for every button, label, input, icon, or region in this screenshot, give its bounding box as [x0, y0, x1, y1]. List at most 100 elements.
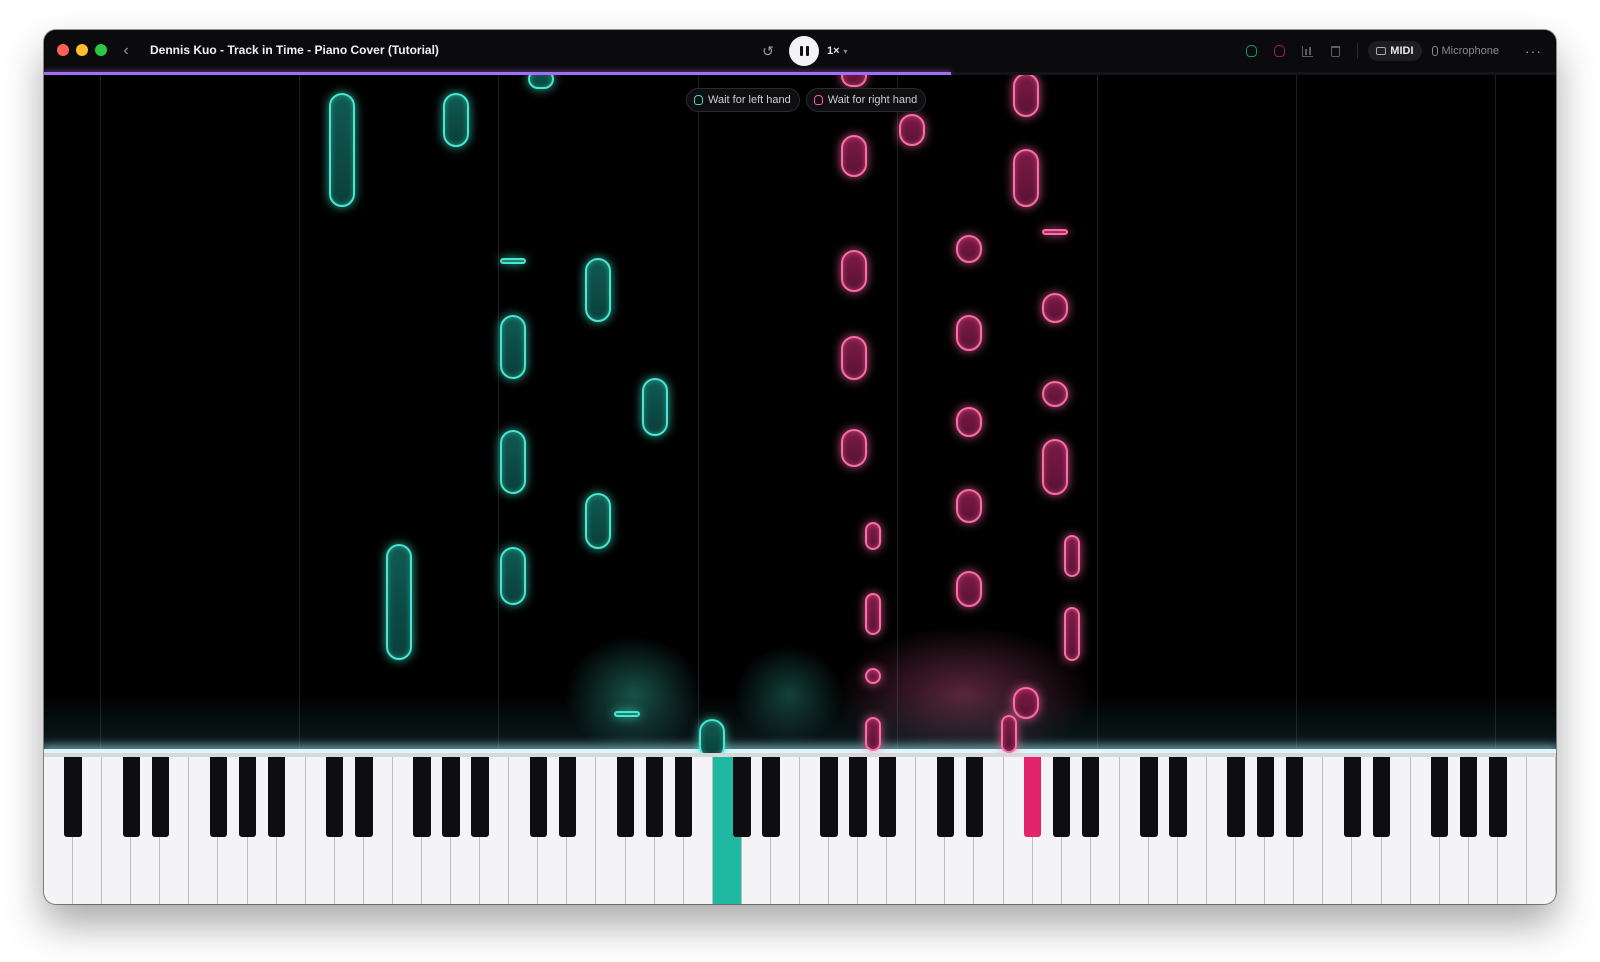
left-hand-note — [443, 93, 469, 147]
speed-label: 1× — [827, 45, 840, 57]
more-icon[interactable]: ··· — [1525, 43, 1542, 59]
piano-black-key[interactable] — [1285, 757, 1304, 837]
wait-right-hand-button[interactable]: Wait for right hand — [805, 88, 927, 112]
restart-icon[interactable]: ↺ — [759, 42, 777, 60]
left-hand-note — [500, 258, 526, 264]
pause-icon — [799, 46, 809, 56]
microphone-button[interactable]: Microphone — [1431, 45, 1499, 57]
piano-black-key[interactable] — [1052, 757, 1071, 837]
left-hand-note — [528, 75, 554, 89]
piano-white-key[interactable] — [1526, 757, 1556, 904]
right-hand-icon[interactable] — [1271, 43, 1287, 59]
right-hand-note — [899, 114, 925, 146]
close-window-button[interactable] — [57, 44, 69, 56]
hit-zone-glow — [44, 693, 1556, 753]
speed-selector[interactable]: 1× ▾ — [827, 45, 848, 57]
midi-icon — [1376, 47, 1387, 55]
piano-black-key[interactable] — [122, 757, 140, 837]
piano-black-key[interactable] — [1082, 757, 1100, 837]
left-hand-note — [500, 315, 526, 379]
piano-black-key[interactable] — [936, 757, 955, 837]
right-hand-note — [841, 250, 867, 292]
piano-black-key[interactable] — [1140, 757, 1158, 837]
left-hand-note — [585, 493, 611, 549]
wait-left-hand-button[interactable]: Wait for left hand — [686, 88, 800, 112]
left-hand-note — [500, 430, 526, 494]
toolbar-divider — [1357, 43, 1359, 59]
piano-black-key[interactable] — [674, 757, 693, 837]
wait-buttons: Wait for left hand Wait for right hand — [686, 88, 927, 112]
right-hand-note — [1042, 381, 1068, 407]
trash-icon[interactable] — [1327, 43, 1343, 59]
left-hand-icon — [694, 95, 703, 105]
piano-black-key[interactable] — [1372, 757, 1391, 837]
grid-line — [299, 75, 300, 753]
right-hand-note — [865, 717, 881, 751]
midi-label: MIDI — [1390, 45, 1414, 57]
piano-black-key[interactable] — [878, 757, 896, 837]
piano-black-key[interactable] — [355, 757, 373, 837]
app-window: ‹ Dennis Kuo - Track in Time - Piano Cov… — [44, 30, 1556, 904]
microphone-icon — [1431, 46, 1438, 56]
right-hand-note — [841, 429, 867, 467]
piano-black-key[interactable] — [1430, 757, 1449, 837]
right-hand-note — [1013, 75, 1039, 117]
piano-black-key[interactable] — [1227, 757, 1245, 837]
maximize-window-button[interactable] — [95, 44, 107, 56]
piano-black-key[interactable] — [558, 757, 577, 837]
note-highway[interactable]: Wait for left hand Wait for right hand — [44, 75, 1556, 753]
wait-left-hand-label: Wait for left hand — [708, 94, 791, 106]
microphone-label: Microphone — [1441, 45, 1499, 57]
grid-line — [100, 75, 101, 753]
right-hand-note — [1064, 607, 1080, 661]
right-hand-note — [841, 135, 867, 177]
grid-line — [698, 75, 699, 753]
piano-black-key[interactable] — [471, 757, 489, 837]
right-hand-note — [956, 571, 982, 607]
right-hand-note — [841, 75, 867, 87]
right-hand-note — [841, 336, 867, 380]
stats-icon[interactable] — [1299, 43, 1315, 59]
piano-black-key[interactable] — [965, 757, 984, 837]
piano-black-key[interactable] — [1343, 757, 1362, 837]
right-hand-note-active — [1001, 715, 1017, 753]
right-hand-note — [865, 593, 881, 635]
right-hand-note — [956, 235, 982, 263]
piano-black-key[interactable] — [1489, 757, 1507, 837]
piano-black-key[interactable] — [1169, 757, 1187, 837]
piano-black-key[interactable] — [413, 757, 431, 837]
piano-black-key[interactable] — [238, 757, 257, 837]
grid-line — [897, 75, 898, 753]
piano-black-key[interactable] — [326, 757, 344, 837]
piano-black-key[interactable] — [209, 757, 228, 837]
pause-button[interactable] — [789, 36, 819, 66]
piano-black-key[interactable] — [762, 757, 780, 837]
piano-black-key[interactable] — [645, 757, 664, 837]
piano-black-key[interactable] — [733, 757, 751, 837]
piano-black-key[interactable] — [529, 757, 548, 837]
left-hand-note-active — [699, 719, 725, 753]
piano-black-key[interactable] — [616, 757, 635, 837]
piano-keyboard — [44, 753, 1556, 904]
piano-black-key[interactable] — [442, 757, 460, 837]
piano-black-key[interactable] — [849, 757, 867, 837]
midi-button[interactable]: MIDI — [1368, 41, 1422, 61]
right-hand-note — [956, 407, 982, 437]
right-hand-note — [1013, 149, 1039, 207]
grid-line — [1097, 75, 1098, 753]
right-hand-icon — [813, 95, 823, 105]
piano-black-key[interactable] — [151, 757, 170, 837]
chevron-left-icon[interactable]: ‹ — [118, 41, 134, 61]
piano-black-key[interactable] — [1460, 757, 1478, 837]
piano-black-key-pressed[interactable] — [1023, 757, 1042, 837]
piano-black-key[interactable] — [1256, 757, 1274, 837]
left-hand-icon[interactable] — [1243, 43, 1259, 59]
piano-black-key[interactable] — [267, 757, 286, 837]
left-hand-note — [500, 547, 526, 605]
wait-right-hand-label: Wait for right hand — [827, 94, 918, 106]
grid-line — [498, 75, 499, 753]
piano-black-key[interactable] — [64, 757, 82, 837]
song-title: Dennis Kuo - Track in Time - Piano Cover… — [150, 43, 439, 57]
piano-black-key[interactable] — [820, 757, 838, 837]
minimize-window-button[interactable] — [76, 44, 88, 56]
